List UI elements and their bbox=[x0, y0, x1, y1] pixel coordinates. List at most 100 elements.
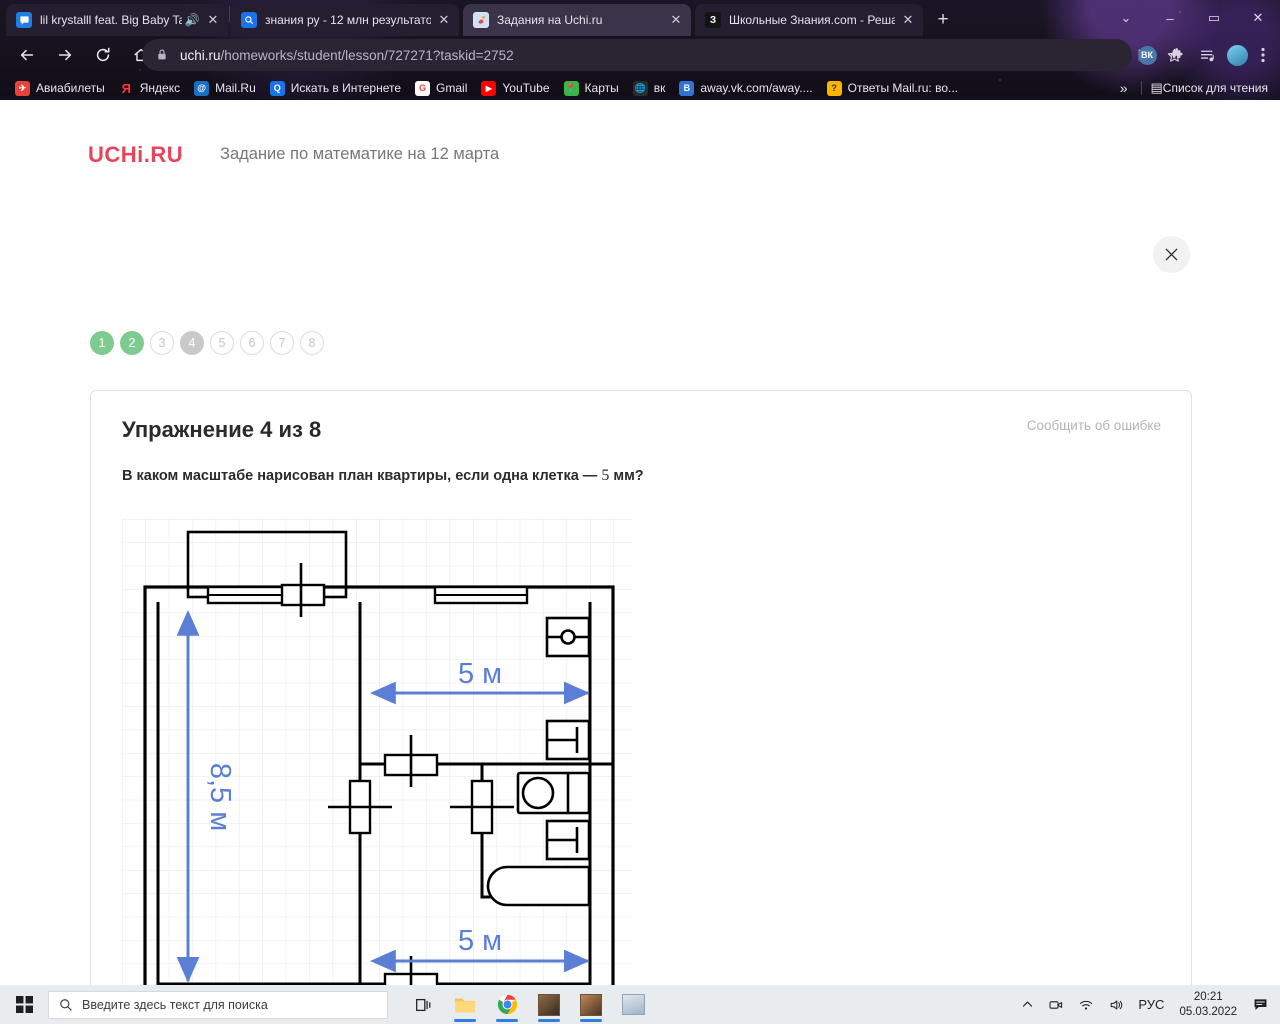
bookmarks-bar-right: » ▤ Список для чтения bbox=[1114, 76, 1274, 100]
chrome-icon[interactable] bbox=[490, 988, 524, 1022]
task-view-icon[interactable] bbox=[406, 988, 440, 1022]
tab-close-button[interactable]: ✕ bbox=[204, 11, 222, 29]
chrome-menu-icon[interactable] bbox=[1254, 42, 1272, 68]
bookmark-item-5[interactable]: ▶ YouTube bbox=[474, 77, 556, 99]
progress-step-5[interactable]: 5 bbox=[210, 331, 234, 355]
browser-tab-3[interactable]: З Школьные Знания.com - Решае ✕ bbox=[695, 4, 923, 36]
page-title: Задание по математике на 12 марта bbox=[220, 145, 500, 163]
close-lesson-button[interactable] bbox=[1153, 236, 1190, 273]
dimension-label-left: 8,5 м bbox=[204, 763, 236, 831]
bookmark-label: away.vk.com/away.... bbox=[700, 81, 813, 95]
bookmark-item-1[interactable]: Я Яндекс bbox=[112, 77, 187, 99]
volume-icon[interactable] bbox=[1101, 985, 1131, 1024]
photo-app-1-icon[interactable] bbox=[532, 988, 566, 1022]
window-controls: ⌄ – ▭ ✕ bbox=[1104, 0, 1280, 36]
photo-app-2-icon[interactable] bbox=[574, 988, 608, 1022]
puzzle-extension-icon[interactable] bbox=[1164, 42, 1190, 68]
start-icon[interactable] bbox=[0, 985, 48, 1024]
reload-icon[interactable] bbox=[88, 40, 118, 70]
browser-tab-2[interactable]: Задания на Uchi.ru ✕ bbox=[463, 4, 691, 36]
file-explorer-icon[interactable] bbox=[448, 988, 482, 1022]
dimension-label-bottom: 5 м bbox=[458, 925, 502, 957]
progress-step-7[interactable]: 7 bbox=[270, 331, 294, 355]
windows-taskbar: Введите здесь текст для поиска РУС 20:21… bbox=[0, 985, 1280, 1024]
exercise-card: Упражнение 4 из 8 Сообщить об ошибке В к… bbox=[90, 390, 1192, 985]
progress-step-3[interactable]: 3 bbox=[150, 331, 174, 355]
bookmark-item-3[interactable]: Q Искать в Интернете bbox=[263, 77, 408, 99]
tab-close-button[interactable]: ✕ bbox=[435, 11, 453, 29]
browser-tab-1[interactable]: знания ру - 12 млн результатов ✕ bbox=[231, 4, 459, 36]
dimension-label-top: 5 м bbox=[458, 658, 502, 690]
address-bar[interactable]: uchi.ru/homeworks/student/lesson/727271?… bbox=[142, 39, 1132, 71]
maximize-button[interactable]: ▭ bbox=[1192, 2, 1236, 34]
tab-search-icon[interactable]: ⌄ bbox=[1104, 2, 1148, 34]
bookmark-label: Искать в Интернете bbox=[290, 81, 402, 95]
tray-overflow-icon[interactable] bbox=[1014, 985, 1041, 1024]
playlist-icon[interactable] bbox=[1194, 42, 1220, 68]
speaker-icon[interactable]: 🔊 bbox=[184, 13, 200, 27]
forward-icon[interactable] bbox=[50, 40, 80, 70]
bookmark-favicon: G bbox=[415, 80, 431, 96]
bookmark-favicon: ✈ bbox=[15, 80, 30, 96]
notification-icon[interactable] bbox=[1245, 985, 1276, 1024]
progress-step-2[interactable]: 2 bbox=[120, 331, 144, 355]
profile-avatar-icon[interactable] bbox=[1224, 42, 1250, 68]
search-placeholder: Введите здесь текст для поиска bbox=[82, 997, 268, 1012]
tab-title: знания ру - 12 млн результатов bbox=[265, 13, 431, 27]
sink-icon bbox=[545, 616, 591, 658]
taskbar-apps bbox=[406, 988, 650, 1022]
progress-step-1[interactable]: 1 bbox=[90, 331, 114, 355]
screen: lil krystalll feat. Big Baby Tape 🔊 ✕ зн… bbox=[0, 0, 1280, 1024]
bookmark-item-6[interactable]: 📍 Карты bbox=[557, 77, 626, 99]
browser-chrome: lil krystalll feat. Big Baby Tape 🔊 ✕ зн… bbox=[0, 0, 1280, 100]
floorplan-svg: 5 м 8,5 м 5 м bbox=[122, 519, 632, 985]
search-input[interactable]: Введите здесь текст для поиска bbox=[48, 990, 388, 1019]
wifi-icon[interactable] bbox=[1071, 985, 1101, 1024]
washbasin-icon bbox=[516, 771, 591, 815]
report-error-link[interactable]: Сообщить об ошибке bbox=[1027, 418, 1161, 433]
bookmark-item-4[interactable]: G Gmail bbox=[408, 77, 474, 99]
paint-icon[interactable] bbox=[616, 988, 650, 1022]
progress-step-4[interactable]: 4 bbox=[180, 331, 204, 355]
tab-strip: lil krystalll feat. Big Baby Tape 🔊 ✕ зн… bbox=[0, 0, 1280, 36]
close-icon bbox=[1165, 248, 1178, 261]
bookmark-item-0[interactable]: ✈ Авиабилеты bbox=[8, 77, 112, 99]
bookmark-label: Карты bbox=[584, 81, 619, 95]
bookmark-favicon: Я bbox=[121, 80, 131, 96]
progress-step-6[interactable]: 6 bbox=[240, 331, 264, 355]
minimize-button[interactable]: – bbox=[1148, 2, 1192, 34]
bookmark-favicon: 🌐 bbox=[632, 80, 648, 96]
page-content: UCHi.RU Задание по математике на 12 март… bbox=[0, 100, 1280, 985]
clock[interactable]: 20:21 05.03.2022 bbox=[1171, 985, 1245, 1024]
reading-list-label[interactable]: Список для чтения bbox=[1163, 81, 1274, 95]
bookmarks-overflow-icon[interactable]: » bbox=[1114, 80, 1134, 96]
url-text: uchi.ru/homeworks/student/lesson/727271?… bbox=[180, 48, 514, 63]
new-tab-button[interactable]: + bbox=[929, 6, 957, 34]
message-icon bbox=[16, 12, 32, 28]
vk-extension-icon[interactable]: ВК bbox=[1134, 42, 1160, 68]
browser-tab-0[interactable]: lil krystalll feat. Big Baby Tape 🔊 ✕ bbox=[6, 4, 228, 36]
tab-close-button[interactable]: ✕ bbox=[899, 11, 917, 29]
extension-icons: ВК bbox=[1134, 39, 1272, 71]
tab-title: Задания на Uchi.ru bbox=[497, 13, 603, 27]
close-window-button[interactable]: ✕ bbox=[1236, 2, 1280, 34]
uchiru-icon bbox=[473, 12, 489, 28]
back-icon[interactable] bbox=[12, 40, 42, 70]
bookmark-item-9[interactable]: ? Ответы Mail.ru: во... bbox=[820, 77, 965, 99]
camera-icon[interactable] bbox=[1041, 985, 1071, 1024]
progress-step-8[interactable]: 8 bbox=[300, 331, 324, 355]
bookmark-label: Авиабилеты bbox=[36, 81, 105, 95]
lock-icon bbox=[156, 48, 170, 62]
tab-title: lil krystalll feat. Big Baby Tape bbox=[40, 13, 182, 27]
radiator-icon-2 bbox=[545, 819, 591, 861]
bookmark-label: Яндекс bbox=[139, 81, 181, 95]
url-path: /homeworks/student/lesson/727271?taskid=… bbox=[220, 47, 514, 63]
url-domain: uchi.ru bbox=[180, 47, 221, 63]
bookmark-item-8[interactable]: Вaway.vk.com/away.... bbox=[672, 77, 819, 99]
tab-close-button[interactable]: ✕ bbox=[667, 11, 685, 29]
language-indicator[interactable]: РУС bbox=[1131, 985, 1171, 1024]
progress-steps: 1 2 3 4 5 6 7 8 bbox=[90, 331, 324, 355]
bookmark-label: YouTube bbox=[502, 81, 550, 95]
bookmark-item-7[interactable]: 🌐 вк bbox=[626, 77, 673, 99]
bookmark-item-2[interactable]: @ Mail.Ru bbox=[187, 77, 263, 99]
